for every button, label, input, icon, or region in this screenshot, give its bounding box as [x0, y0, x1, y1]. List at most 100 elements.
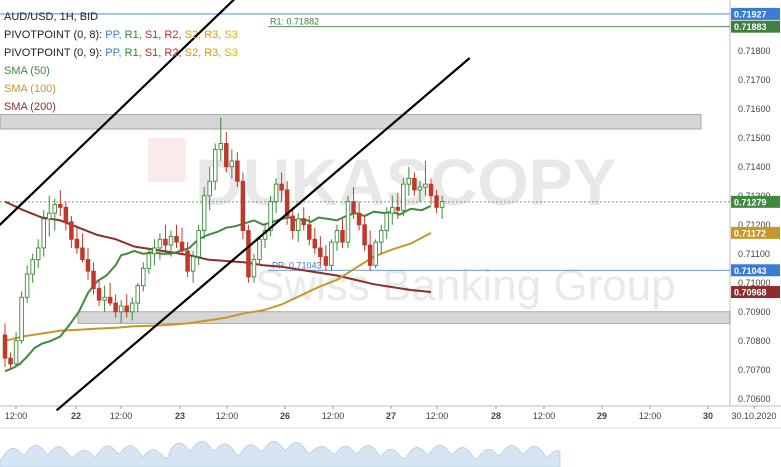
- badge-last: 0.71279: [731, 195, 780, 208]
- candle-body: [329, 241, 334, 266]
- candle: [373, 239, 378, 269]
- legend-pivot-9: PIVOTPOINT (0, 9): PP, R1, S1, R2, S2, R…: [4, 44, 238, 62]
- x-tick-label: 12:00: [110, 411, 133, 421]
- legend-pivot-item: PP,: [105, 47, 125, 59]
- candle-body: [129, 302, 135, 313]
- badge-sma200-text: 0.70968: [734, 288, 767, 298]
- candle-body: [246, 230, 251, 278]
- candle: [163, 224, 168, 251]
- candle-body: [229, 160, 235, 168]
- candle-body: [224, 143, 229, 168]
- candle-body: [58, 203, 63, 208]
- y-tick-label: 0.70700: [738, 365, 771, 375]
- candle-body: [279, 183, 284, 191]
- x-tick-label: 12:00: [322, 411, 345, 421]
- candle-body: [118, 305, 124, 313]
- badge-pp-text: 0.71043: [734, 266, 767, 276]
- legend-sma50: SMA (50): [4, 62, 238, 80]
- candle-body: [423, 183, 428, 188]
- candle-body: [168, 235, 174, 246]
- candle-body: [190, 256, 196, 272]
- candle-body: [273, 183, 279, 202]
- legend-pivot-item: R1,: [124, 47, 145, 59]
- candle-body: [35, 247, 41, 260]
- candle-body: [434, 195, 439, 208]
- candle-body: [312, 238, 318, 249]
- badge-last-text: 0.71279: [734, 197, 767, 207]
- legend-pivot-item: R2,: [164, 29, 185, 41]
- x-tick-label: 12:00: [533, 411, 556, 421]
- legend-sma100: SMA (100): [4, 80, 238, 98]
- legend-sma100-text: SMA (100): [4, 83, 56, 95]
- candle-body: [174, 235, 179, 243]
- candle-body: [196, 230, 201, 258]
- candle-body: [47, 212, 52, 220]
- candle-body: [157, 238, 163, 249]
- candle-body: [251, 259, 257, 278]
- candle: [80, 233, 85, 263]
- level-r1-label: R1: 0.71882: [270, 17, 319, 27]
- candle-body: [41, 218, 46, 249]
- x-tick-label: 29: [597, 411, 607, 421]
- zone-rect: [0, 114, 702, 130]
- legend-pivot-item: S2,: [184, 47, 205, 59]
- candle-body: [91, 270, 96, 289]
- x-tick-label: 30: [703, 411, 713, 421]
- candle-body: [201, 195, 207, 231]
- candle: [157, 233, 163, 260]
- candle-body: [102, 296, 107, 301]
- candle-body: [69, 221, 74, 240]
- candle: [85, 247, 91, 280]
- candle-body: [85, 259, 91, 272]
- candle: [152, 239, 157, 266]
- candle-body: [412, 177, 417, 191]
- candle: [135, 282, 141, 312]
- legend-pivot-item: R3,: [204, 47, 225, 59]
- x-tick-label: 12:00: [639, 411, 662, 421]
- candle: [2, 323, 8, 367]
- candle: [19, 291, 24, 344]
- chart-container: DUKASCOPY Swiss Banking Group R1: 0.7188…: [0, 0, 781, 467]
- candle-body: [80, 247, 85, 260]
- candle: [24, 265, 30, 304]
- candle-body: [257, 238, 262, 260]
- candle: [74, 227, 80, 254]
- legend-pivot-8: PIVOTPOINT (0, 8): PP, R1, S1, R2, S2, R…: [4, 26, 238, 44]
- candle: [196, 224, 201, 266]
- candle-body: [135, 285, 141, 304]
- y-tick-label: 0.71700: [738, 75, 771, 85]
- candle: [224, 131, 229, 173]
- candle: [312, 227, 318, 254]
- candle: [8, 352, 13, 370]
- y-tick-label: 0.71600: [738, 104, 771, 114]
- legend-title: AUD/USD, 1H, BID: [4, 8, 238, 26]
- badge-r1: 0.71883: [731, 20, 780, 33]
- x-tick-label: 22: [71, 411, 81, 421]
- legend-sma200-text: SMA (200): [4, 101, 56, 113]
- y-tick-label: 0.71100: [738, 249, 770, 259]
- legend-pivot-item: R2,: [164, 47, 185, 59]
- legend-pivot-8-prefix: PIVOTPOINT (0, 8):: [4, 29, 103, 41]
- candle: [141, 262, 146, 292]
- legend-pivot-item: PP,: [105, 29, 125, 41]
- candle-body: [295, 218, 301, 231]
- candle: [240, 172, 246, 240]
- candle-body: [96, 288, 102, 301]
- candle: [401, 178, 406, 217]
- candle-body: [384, 212, 389, 231]
- candle-body: [24, 273, 30, 298]
- legend-pivot-item: S3: [224, 47, 238, 59]
- x-tick-label: 27: [386, 411, 396, 421]
- candle: [102, 285, 107, 312]
- candle-body: [301, 218, 307, 226]
- candle-body: [146, 253, 152, 269]
- candle: [96, 279, 102, 306]
- y-tick-label: 0.71500: [738, 133, 771, 143]
- candle-body: [395, 206, 401, 211]
- candle: [262, 224, 268, 248]
- candle-body: [107, 296, 113, 304]
- y-tick-label: 0.70800: [738, 336, 771, 346]
- candle: [246, 224, 251, 283]
- badge-sma100: 0.71172: [731, 226, 780, 239]
- candle: [63, 201, 69, 231]
